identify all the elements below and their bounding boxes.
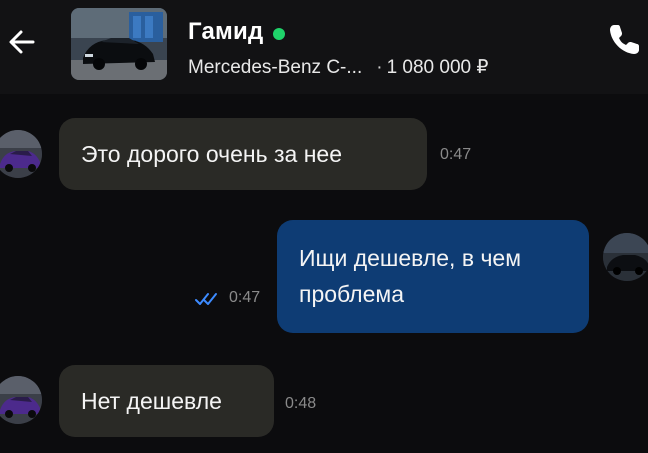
message-text-line-2: проблема (299, 281, 404, 307)
avatar-car-photo (0, 130, 42, 178)
read-receipt-icon (195, 293, 217, 305)
listing-price: 1 080 000 ₽ (386, 57, 489, 78)
listing-info[interactable]: Mercedes-Benz C-... · 1 080 000 ₽ (188, 56, 488, 79)
message-time: 0:47 (229, 289, 261, 306)
message-text-line-1: Ищи дешевле, в чем (299, 245, 522, 271)
back-button[interactable] (4, 24, 40, 60)
contact-name-row[interactable]: Гамид (188, 18, 286, 46)
listing-separator: · (376, 57, 383, 78)
listing-title: Mercedes-Benz C-... (188, 57, 363, 78)
arrow-left-icon (9, 30, 35, 54)
message-time: 0:47 (440, 146, 472, 163)
chat-header: Гамид Mercedes-Benz C-... · 1 080 000 ₽ (0, 0, 648, 94)
message-time: 0:48 (285, 395, 317, 412)
call-button[interactable] (604, 20, 644, 60)
phone-icon (610, 25, 639, 54)
chat-screen: Гамид Mercedes-Benz C-... · 1 080 000 ₽ … (0, 0, 648, 453)
message-text: Это дорого очень за нее (81, 141, 342, 167)
online-status-indicator (273, 28, 286, 40)
avatar-car-photo (0, 376, 42, 424)
contact-avatar[interactable] (0, 376, 42, 424)
message-bubble-incoming[interactable]: Это дорого очень за нее (59, 118, 427, 190)
my-avatar[interactable] (603, 233, 648, 281)
contact-name: Гамид (188, 18, 264, 45)
message-bubble-outgoing[interactable]: Ищи дешевле, в чем проблема (277, 220, 589, 333)
contact-avatar[interactable] (0, 130, 42, 178)
avatar-car-photo (603, 233, 648, 281)
message-bubble-incoming[interactable]: Нет дешевле (59, 365, 274, 437)
car-photo (71, 8, 167, 80)
listing-thumbnail[interactable] (71, 8, 167, 80)
message-text: Нет дешевле (81, 388, 222, 414)
